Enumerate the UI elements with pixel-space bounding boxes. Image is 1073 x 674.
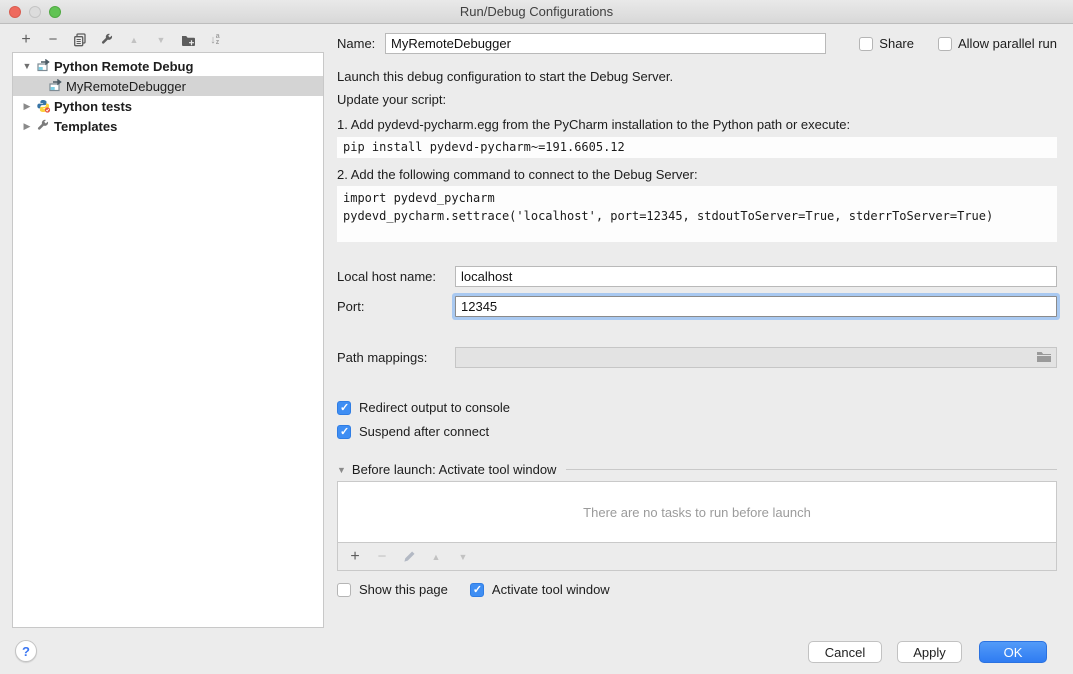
tree-item-label: Templates — [54, 119, 117, 134]
ok-button[interactable]: OK — [979, 641, 1047, 663]
edit-task-pencil-icon[interactable] — [401, 549, 417, 565]
step-1-text: 1. Add pydevd-pycharm.egg from the PyCha… — [337, 116, 1057, 133]
suspend-after-connect-checkbox[interactable]: Suspend after connect — [337, 424, 1057, 439]
share-checkbox-label: Share — [879, 36, 914, 51]
suspend-after-connect-checkbox-label: Suspend after connect — [359, 424, 489, 439]
show-this-page-checkbox-box[interactable] — [337, 583, 351, 597]
chevron-right-icon[interactable] — [21, 121, 33, 132]
tasks-toolbar — [337, 543, 1057, 571]
window-title: Run/Debug Configurations — [0, 4, 1073, 19]
activate-tool-window-checkbox-label: Activate tool window — [492, 582, 610, 597]
before-launch-tasks-list[interactable]: There are no tasks to run before launch — [337, 481, 1057, 543]
suspend-after-connect-checkbox-box[interactable] — [337, 425, 351, 439]
remote-debug-config-icon — [48, 79, 63, 93]
tree-item-myremotedebugger[interactable]: MyRemoteDebugger — [13, 76, 323, 96]
redirect-output-checkbox-box[interactable] — [337, 401, 351, 415]
tree-item-python-remote-debug[interactable]: Python Remote Debug — [13, 56, 323, 76]
tree-item-python-tests[interactable]: Python tests — [13, 96, 323, 116]
before-launch-collapse-icon[interactable] — [337, 465, 346, 475]
redirect-output-checkbox[interactable]: Redirect output to console — [337, 400, 1057, 415]
allow-parallel-run-checkbox-label: Allow parallel run — [958, 36, 1057, 51]
description-line-2: Update your script: — [337, 91, 1057, 108]
help-button[interactable]: ? — [15, 640, 37, 662]
move-up-icon[interactable] — [126, 32, 142, 48]
remote-debug-config-icon — [36, 59, 51, 73]
edit-defaults-wrench-icon[interactable] — [99, 32, 115, 48]
chevron-down-icon[interactable] — [21, 61, 33, 71]
step-2-text: 2. Add the following command to connect … — [337, 166, 1057, 183]
configuration-form: Name: Share Allow parallel run Launch th… — [337, 24, 1057, 597]
tree-item-label: MyRemoteDebugger — [66, 79, 186, 94]
folder-icon[interactable] — [1036, 350, 1052, 366]
settrace-code-block: import pydevd_pycharm pydevd_pycharm.set… — [337, 186, 1057, 242]
port-input[interactable] — [455, 296, 1057, 317]
tree-item-label: Python Remote Debug — [54, 59, 193, 74]
tree-item-templates[interactable]: Templates — [13, 116, 323, 136]
no-tasks-text: There are no tasks to run before launch — [583, 505, 811, 520]
before-launch-divider — [566, 469, 1057, 470]
config-tree: Python Remote Debug MyRemoteDebugger Pyt… — [12, 52, 324, 628]
redirect-output-checkbox-label: Redirect output to console — [359, 400, 510, 415]
local-host-name-input[interactable] — [455, 266, 1057, 287]
activate-tool-window-checkbox-box[interactable] — [470, 583, 484, 597]
cancel-button[interactable]: Cancel — [808, 641, 882, 663]
local-host-name-label: Local host name: — [337, 269, 455, 284]
description-line-1: Launch this debug configuration to start… — [337, 68, 1057, 85]
code-line-1: import pydevd_pycharm — [343, 189, 1051, 207]
sort-alphabetically-icon[interactable]: ↓az — [207, 32, 223, 48]
path-mappings-field[interactable] — [455, 347, 1057, 368]
name-input[interactable] — [385, 33, 826, 54]
share-checkbox-box[interactable] — [859, 37, 873, 51]
allow-parallel-run-checkbox[interactable]: Allow parallel run — [938, 36, 1057, 51]
code-line-2: pydevd_pycharm.settrace('localhost', por… — [343, 207, 1051, 225]
new-folder-icon[interactable] — [180, 32, 196, 48]
titlebar: Run/Debug Configurations — [0, 0, 1073, 24]
port-label: Port: — [337, 299, 455, 314]
tree-item-label: Python tests — [54, 99, 132, 114]
add-configuration-icon[interactable] — [18, 32, 34, 48]
move-down-icon[interactable] — [153, 32, 169, 48]
remove-task-icon[interactable] — [374, 549, 390, 565]
copy-configuration-icon[interactable] — [72, 32, 88, 48]
templates-wrench-icon — [36, 119, 51, 133]
path-mappings-label: Path mappings: — [337, 350, 455, 365]
before-launch-title: Before launch: Activate tool window — [352, 462, 557, 477]
name-label: Name: — [337, 36, 385, 51]
python-tests-icon — [36, 99, 51, 113]
config-tree-toolbar: ↓az — [14, 29, 223, 51]
show-this-page-checkbox-label: Show this page — [359, 582, 448, 597]
remove-configuration-icon[interactable] — [45, 32, 61, 48]
allow-parallel-run-checkbox-box[interactable] — [938, 37, 952, 51]
pip-install-command: pip install pydevd-pycharm~=191.6605.12 — [337, 137, 1057, 158]
move-task-up-icon[interactable] — [428, 549, 444, 565]
add-task-icon[interactable] — [347, 549, 363, 565]
share-checkbox[interactable]: Share — [859, 36, 914, 51]
apply-button[interactable]: Apply — [897, 641, 962, 663]
run-debug-configurations-dialog: Run/Debug Configurations ↓az Python Remo… — [0, 0, 1073, 674]
move-task-down-icon[interactable] — [455, 549, 471, 565]
chevron-right-icon[interactable] — [21, 101, 33, 112]
